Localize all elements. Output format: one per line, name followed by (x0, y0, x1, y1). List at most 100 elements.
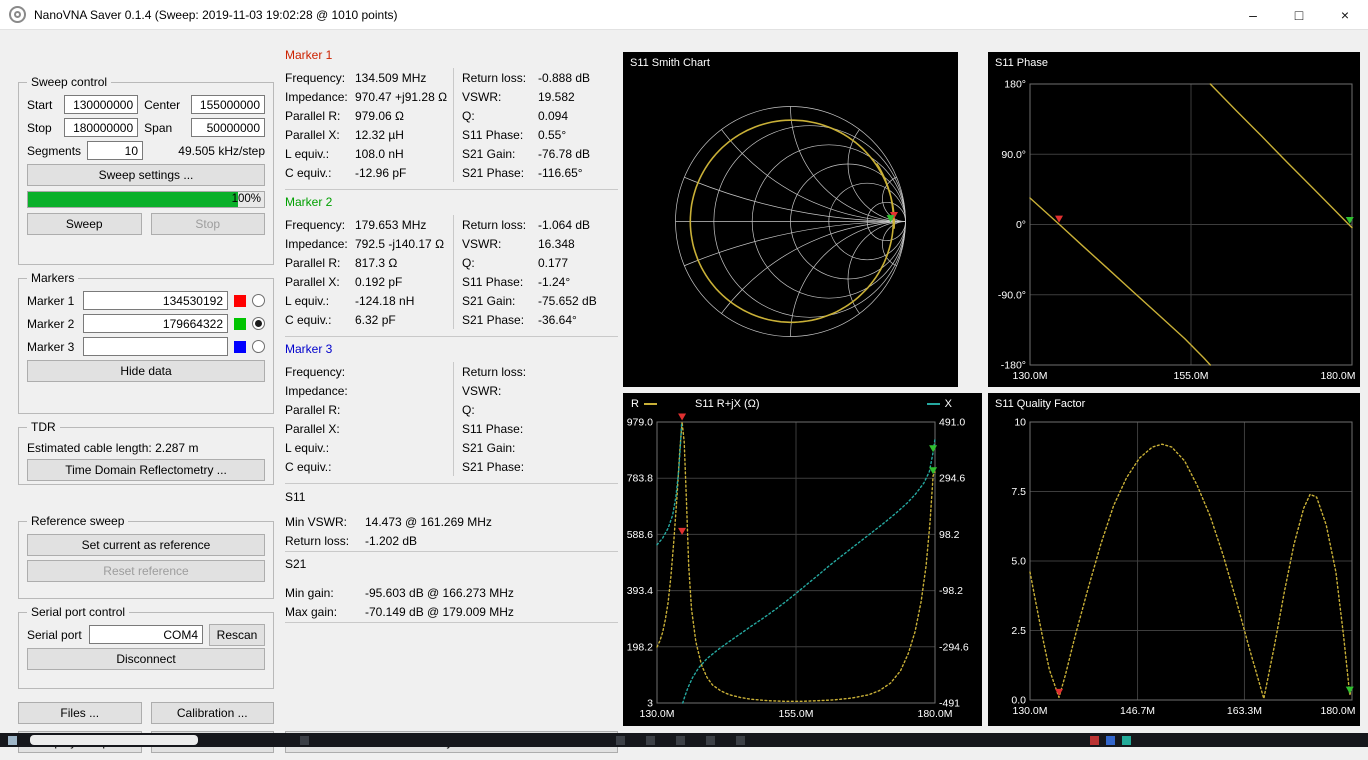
reference-sweep-group-title: Reference sweep (27, 514, 128, 528)
marker-3-label: Marker 3 (27, 340, 77, 354)
svg-text:393.4: 393.4 (627, 585, 653, 597)
svg-text:155.0M: 155.0M (778, 708, 813, 720)
marker-3-frequency-input[interactable] (83, 337, 228, 356)
files-button[interactable]: Files ... (18, 702, 142, 724)
field-label: S21 Phase: (462, 460, 538, 474)
segments-input[interactable] (87, 141, 143, 160)
marker-2-frequency-input[interactable] (83, 314, 228, 333)
center-frequency-input[interactable] (191, 95, 265, 114)
marker-1-frequency-input[interactable] (83, 291, 228, 310)
field-label: Parallel R: (285, 403, 355, 417)
taskbar-tray-icon[interactable] (1106, 736, 1115, 745)
svg-text:-294.6: -294.6 (939, 641, 969, 653)
field-value: 0.094 (538, 109, 568, 123)
field-label: Min VSWR: (285, 515, 365, 529)
taskbar-tray-icon[interactable] (1122, 736, 1131, 745)
marker-3-radio[interactable] (252, 340, 265, 353)
svg-text:0°: 0° (1016, 219, 1026, 231)
rjx-legend-r-label: R (631, 398, 639, 410)
field-value: -0.888 dB (538, 71, 590, 85)
s11-rjx-chart-canvas[interactable]: 979.0783.8588.6393.4198.23491.0294.698.2… (623, 393, 982, 726)
window-titlebar: NanoVNA Saver 0.1.4 (Sweep: 2019-11-03 1… (0, 0, 1368, 30)
sweep-control-group-title: Sweep control (27, 75, 111, 89)
marker-3-color-swatch[interactable] (234, 341, 246, 353)
marker-1-details: Marker 1 Frequency:134.509 MHz Impedance… (285, 48, 618, 182)
taskbar-app-icon[interactable] (616, 736, 625, 745)
svg-text:-90.0°: -90.0° (998, 289, 1026, 301)
sweep-settings-button[interactable]: Sweep settings ... (27, 164, 265, 186)
svg-text:979.0: 979.0 (627, 417, 653, 429)
field-value: 0.192 pF (355, 275, 402, 289)
field-label: Impedance: (285, 384, 355, 398)
field-label: VSWR: (462, 384, 538, 398)
set-reference-button[interactable]: Set current as reference (27, 534, 265, 556)
rescan-button[interactable]: Rescan (209, 624, 265, 646)
marker-2-color-swatch[interactable] (234, 318, 246, 330)
svg-text:130.0M: 130.0M (639, 708, 674, 720)
field-label: Return loss: (462, 365, 538, 379)
span-label: Span (144, 121, 185, 135)
svg-text:198.2: 198.2 (627, 641, 653, 653)
minimize-icon[interactable]: – (1230, 0, 1276, 30)
svg-text:146.7M: 146.7M (1120, 705, 1155, 717)
taskbar-app-icon[interactable] (736, 736, 745, 745)
time-domain-reflectometry-button[interactable]: Time Domain Reflectometry ... (27, 459, 265, 481)
field-value: -76.78 dB (538, 147, 590, 161)
marker-2-radio[interactable] (252, 317, 265, 330)
serial-port-input[interactable] (89, 625, 203, 644)
svg-text:7.5: 7.5 (1011, 486, 1026, 498)
field-value: -36.64° (538, 313, 577, 327)
marker-1-label: Marker 1 (27, 294, 77, 308)
field-label: Q: (462, 109, 538, 123)
field-label: Frequency: (285, 218, 355, 232)
field-value: -70.149 dB @ 179.009 MHz (365, 605, 514, 619)
taskbar-tray-icon[interactable] (1090, 736, 1099, 745)
svg-text:98.2: 98.2 (939, 529, 960, 541)
calibration-button[interactable]: Calibration ... (151, 702, 275, 724)
field-value: -12.96 pF (355, 166, 406, 180)
field-label: S21 Phase: (462, 313, 538, 327)
field-label: L equiv.: (285, 147, 355, 161)
field-label: S11 Phase: (462, 275, 538, 289)
marker-1-radio[interactable] (252, 294, 265, 307)
sweep-button[interactable]: Sweep (27, 213, 142, 235)
taskbar-app-icon[interactable] (676, 736, 685, 745)
reset-reference-button[interactable]: Reset reference (27, 560, 265, 582)
center-label: Center (144, 98, 185, 112)
field-label: S11 Phase: (462, 128, 538, 142)
serial-port-group-title: Serial port control (27, 605, 129, 619)
app-icon (9, 6, 26, 23)
start-frequency-input[interactable] (64, 95, 138, 114)
marker-1-color-swatch[interactable] (234, 295, 246, 307)
span-frequency-input[interactable] (191, 118, 265, 137)
svg-text:130.0M: 130.0M (1012, 370, 1047, 382)
s11-phase-chart-canvas[interactable]: 180°90.0°0°-90.0°-180°130.0M155.0M180.0M (988, 52, 1360, 387)
s11-smith-chart-canvas[interactable] (623, 52, 958, 387)
svg-text:155.0M: 155.0M (1173, 370, 1208, 382)
s11-quality-factor-chart-canvas[interactable]: 107.55.02.50.0130.0M146.7M163.3M180.0M (988, 393, 1360, 726)
markers-group: Markers Marker 1 Marker 2 Marker 3 Hide … (18, 278, 274, 414)
field-label: Min gain: (285, 586, 365, 600)
stop-sweep-button[interactable]: Stop (151, 213, 266, 235)
field-value: 6.32 pF (355, 313, 396, 327)
rjx-legend-r: R (631, 398, 657, 410)
svg-text:130.0M: 130.0M (1012, 705, 1047, 717)
field-label: Parallel X: (285, 275, 355, 289)
stop-frequency-input[interactable] (64, 118, 138, 137)
close-icon[interactable]: × (1322, 0, 1368, 30)
taskbar-app-icon[interactable] (646, 736, 655, 745)
svg-text:5.0: 5.0 (1011, 556, 1026, 568)
field-label: Parallel X: (285, 128, 355, 142)
start-button-icon[interactable] (8, 736, 17, 745)
taskbar-app-icon[interactable] (706, 736, 715, 745)
disconnect-button[interactable]: Disconnect (27, 648, 265, 670)
field-label: VSWR: (462, 237, 538, 251)
hide-data-button[interactable]: Hide data (27, 360, 265, 382)
field-label: C equiv.: (285, 460, 355, 474)
taskbar-app-icon[interactable] (300, 736, 309, 745)
window-controls: – □ × (1230, 0, 1368, 30)
taskbar-search-input[interactable] (30, 735, 198, 745)
svg-text:783.8: 783.8 (627, 473, 653, 485)
svg-text:90.0°: 90.0° (1001, 149, 1026, 161)
maximize-icon[interactable]: □ (1276, 0, 1322, 30)
